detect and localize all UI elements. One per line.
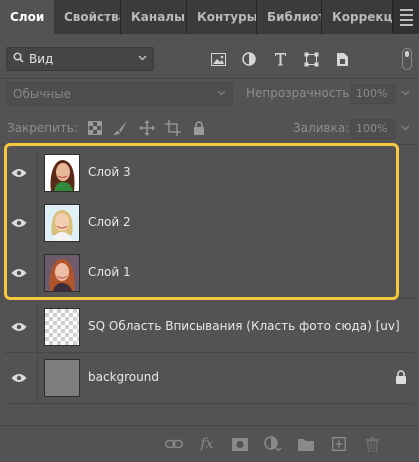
layers-bottom-toolbar: fx	[0, 425, 419, 462]
type-filter-icon[interactable]	[269, 49, 291, 69]
layer-thumbnail	[44, 308, 80, 346]
blend-row: Обычные Непрозрачность: 100%	[0, 82, 419, 108]
layer-name: Слой 1	[88, 265, 131, 279]
new-layer-icon[interactable]	[328, 433, 350, 455]
visibility-eye-icon[interactable]	[9, 368, 29, 388]
visibility-eye-icon[interactable]	[9, 317, 29, 337]
lock-row: Закрепить: Заливка: 100%	[0, 118, 419, 140]
chevron-down-icon	[217, 87, 226, 100]
layer-name: SQ Область Вписывания (Класть фото сюда)…	[88, 319, 400, 333]
layer-thumbnail	[44, 204, 80, 242]
panel-menu-icon[interactable]	[393, 0, 419, 34]
panel-tab-bar: Слои Свойства Каналы Контуры Библиот Кор…	[0, 0, 419, 34]
layer-row[interactable]: Слой 3	[4, 148, 415, 199]
lock-pixels-brush-icon[interactable]	[112, 119, 130, 137]
layer-row[interactable]: Слой 2	[4, 198, 415, 249]
smart-object-filter-icon[interactable]	[331, 49, 353, 69]
adjustment-filter-icon[interactable]	[238, 49, 260, 69]
lock-icon[interactable]	[395, 370, 407, 387]
chevron-down-icon	[138, 52, 147, 65]
filter-kind-label: Вид	[29, 52, 54, 66]
layer-name: background	[88, 370, 159, 384]
opacity-label: Непрозрачность:	[246, 86, 354, 100]
filter-kind-select[interactable]: Вид	[6, 47, 154, 71]
layer-filter-row: Вид	[0, 44, 419, 74]
chevron-down-icon[interactable]	[401, 123, 410, 135]
filter-toggle-switch[interactable]	[402, 48, 412, 70]
fill-label: Заливка:	[293, 121, 350, 135]
opacity-input[interactable]: 100%	[351, 84, 395, 104]
blend-mode-select[interactable]: Обычные	[6, 82, 233, 106]
blend-mode-label: Обычные	[13, 87, 72, 101]
layer-thumbnail	[44, 154, 80, 192]
visibility-eye-icon[interactable]	[9, 263, 29, 283]
lock-position-move-icon[interactable]	[138, 119, 156, 137]
search-icon	[13, 52, 24, 66]
layer-row[interactable]: SQ Область Вписывания (Класть фото сюда)…	[4, 302, 415, 353]
visibility-eye-icon[interactable]	[9, 213, 29, 233]
layer-row[interactable]: background	[4, 353, 415, 404]
layer-thumbnail	[44, 359, 80, 397]
tab-channels[interactable]: Каналы	[121, 0, 187, 34]
layer-name: Слой 2	[88, 215, 131, 229]
tab-paths[interactable]: Контуры	[187, 0, 257, 34]
layer-name: Слой 3	[88, 165, 131, 179]
visibility-eye-icon[interactable]	[9, 163, 29, 183]
folder-icon[interactable]	[295, 433, 317, 455]
tab-layers[interactable]: Слои	[0, 0, 54, 34]
fill-input[interactable]: 100%	[351, 119, 395, 139]
image-filter-icon[interactable]	[207, 49, 229, 69]
shape-filter-icon[interactable]	[300, 49, 322, 69]
lock-label: Закрепить:	[7, 121, 79, 135]
tab-properties[interactable]: Свойства	[54, 0, 121, 34]
lock-transparency-icon[interactable]	[86, 119, 104, 137]
layer-thumbnail	[44, 254, 80, 292]
adjustment-layer-icon[interactable]	[262, 433, 284, 455]
trash-icon[interactable]	[361, 433, 383, 455]
mask-icon[interactable]	[229, 433, 251, 455]
fx-icon[interactable]: fx	[196, 433, 218, 455]
layers-list: Слой 3 Слой 2 Слой 1 SQ Область Вписыван…	[4, 145, 415, 407]
tab-libraries[interactable]: Библиот	[257, 0, 322, 34]
chevron-down-icon[interactable]	[401, 88, 410, 100]
lock-artboard-icon[interactable]	[164, 119, 182, 137]
layer-row[interactable]: Слой 1	[4, 248, 415, 299]
lock-all-icon[interactable]	[190, 119, 208, 137]
link-icon[interactable]	[163, 433, 185, 455]
tab-adjustments[interactable]: Коррекц	[322, 0, 393, 34]
